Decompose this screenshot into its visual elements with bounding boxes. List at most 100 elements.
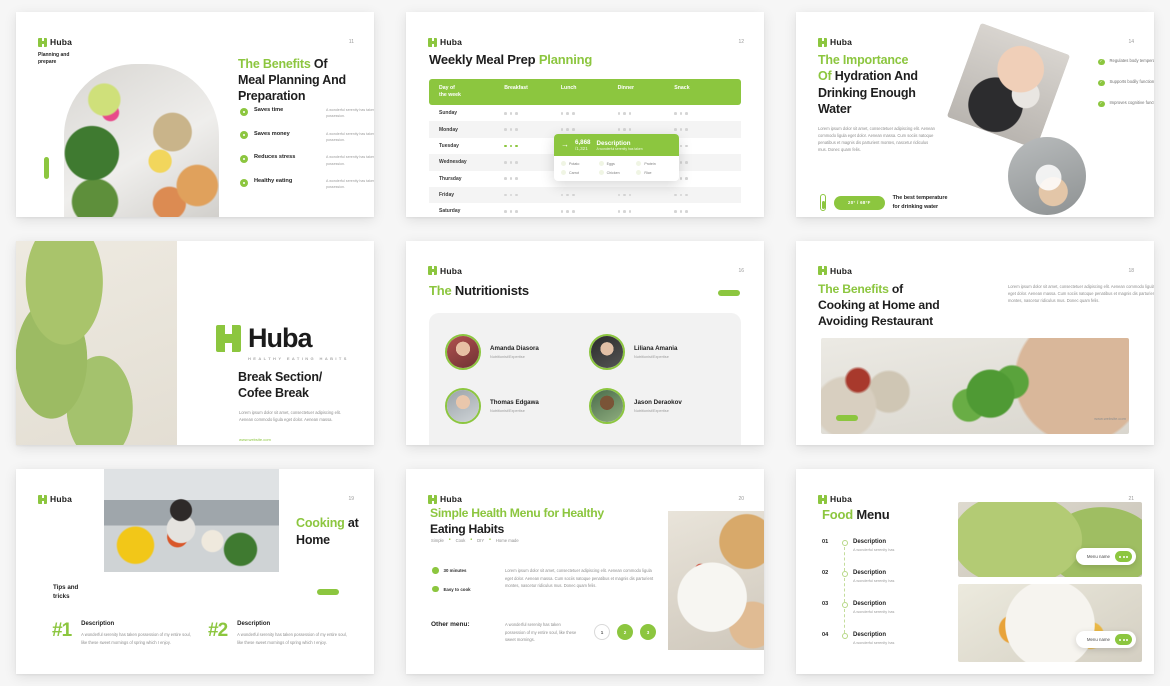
tag-simple[interactable]: Simple (431, 538, 444, 543)
list-item[interactable]: 02 Description A wonderful serenity has (822, 570, 942, 603)
more-options-icon[interactable] (1115, 634, 1132, 646)
tag-diy[interactable]: DIY (477, 538, 484, 543)
team-grid: Amanda Diasora Nutritionist/Expertise Li… (445, 327, 725, 432)
cell-dots (504, 144, 561, 148)
tag-cook[interactable]: Cook (456, 538, 466, 543)
tip-item[interactable]: #1 Description A wonderful serenity has … (52, 621, 194, 645)
slide-food-menu[interactable]: Huba 21 Food Menu 01 Description A wonde… (796, 469, 1154, 675)
brand-logo-large[interactable]: Huba (216, 324, 312, 352)
timeline-marker-icon (839, 539, 853, 572)
slide-hydration-importance[interactable]: Huba 14 The Importance Of Hydration And … (796, 12, 1154, 217)
tag-home-made[interactable]: Home made (496, 538, 519, 543)
list-item[interactable]: 01 Description A wonderful serenity has (822, 539, 942, 572)
title-dark-part: Weekly Meal Prep (429, 52, 539, 67)
list-item[interactable]: Improves cognitive function (1098, 100, 1154, 107)
tip-item[interactable]: #2 Description A wonderful serenity has … (208, 621, 350, 645)
list-item[interactable]: Regulates body temperature (1098, 58, 1154, 65)
brand-logo[interactable]: Huba (818, 494, 852, 504)
ingredient-tag[interactable]: Potato (561, 161, 597, 167)
team-member-card[interactable]: Liliana Amania Nutritionist/Expertise (589, 327, 725, 377)
list-item-label: Reduces stress (254, 154, 296, 161)
item-desc: A wonderful serenity has (853, 579, 895, 584)
item-number: 02 (822, 570, 829, 577)
huba-logo-icon (38, 37, 47, 47)
item-body: Description A wonderful serenity has (853, 570, 942, 583)
accent-pill[interactable] (718, 289, 740, 296)
bullet-dot-icon (240, 131, 248, 140)
column-header-lunch: Lunch (560, 85, 577, 91)
slide-meal-planning-benefits[interactable]: Huba 11 Planning and prepare The Benefits… (16, 12, 374, 217)
item-desc: A wonderful serenity has (853, 548, 895, 553)
ingredient-tag[interactable]: Eggs (598, 161, 635, 167)
slide-weekly-meal-prep[interactable]: Huba 12 Weekly Meal Prep Planning Day of… (406, 12, 764, 217)
other-menu-paragraph: A wonderful serenity has taken possessio… (505, 622, 577, 642)
website-link[interactable]: www.website.com (239, 437, 271, 442)
slide-number: 11 (348, 39, 354, 45)
list-item[interactable]: Saves time A wonderful serenity has take… (240, 107, 374, 119)
title-rest-part: Hydration And (831, 69, 918, 84)
pagination-item-3[interactable]: 3 (640, 624, 656, 641)
cell-dots (504, 161, 561, 164)
team-member-card[interactable]: Jason Deraokov Nutritionist/Expertise (589, 381, 725, 431)
team-member-card[interactable]: Thomas Edgawa Nutritionist/Expertise (445, 381, 581, 431)
item-body: Description A wonderful serenity has (853, 539, 942, 552)
ingredient-icon (598, 161, 604, 167)
meal-detail-popup[interactable]: → 6,868 /1,321 Description A wonderful s… (554, 134, 679, 182)
menu-name-chip[interactable]: Menu name (1075, 548, 1136, 566)
title-green-part: Cooking (296, 516, 345, 531)
tips-columns: #1 Description A wonderful serenity has … (52, 621, 350, 645)
slide-number: 12 (738, 39, 744, 45)
huba-logo-icon (428, 494, 437, 504)
item-body: Description A wonderful serenity has (853, 632, 942, 645)
pagination[interactable]: 1 2 3 (594, 624, 656, 641)
more-options-icon[interactable] (1115, 551, 1132, 563)
ingredient-tag[interactable]: Carrot (561, 170, 597, 176)
brand-logo[interactable]: Huba (818, 37, 852, 47)
list-item[interactable]: Supports bodily functions (1098, 79, 1154, 86)
column-header-dinner: Dinner (617, 85, 635, 91)
cell-dots (674, 144, 731, 148)
brand-logo[interactable]: Huba (428, 494, 462, 504)
temperature-badge[interactable]: 20° / 68°F (834, 195, 885, 210)
table-row[interactable]: Sunday (429, 105, 741, 121)
list-item-desc: A wonderful serenity has taken possessio… (326, 155, 374, 166)
temperature-callout: 20° / 68°F The best temperature for drin… (820, 194, 947, 211)
team-member-role: Nutritionist/Expertise (490, 408, 525, 413)
list-item[interactable]: 03 Description A wonderful serenity has (822, 601, 942, 634)
title-line-2: Cooking at Home and (818, 297, 940, 312)
accent-pill[interactable] (317, 589, 339, 596)
table-row[interactable]: Saturday (429, 203, 741, 216)
brand-logo[interactable]: Huba (428, 37, 462, 47)
feature-item[interactable]: 30 minutes (432, 567, 492, 574)
pagination-item-1[interactable]: 1 (594, 624, 610, 641)
slide-cooking-at-home-benefits[interactable]: Huba 18 The Benefits of Cooking at Home … (796, 240, 1154, 446)
brand-logo[interactable]: Huba (818, 266, 852, 276)
column-header-day: Day of the week (439, 85, 461, 99)
accent-pill[interactable] (836, 415, 858, 422)
website-link[interactable]: www.website.com (1094, 416, 1126, 421)
list-item[interactable]: 04 Description A wonderful serenity has (822, 632, 942, 663)
list-item[interactable]: Saves money A wonderful serenity has tak… (240, 131, 374, 143)
bullet-dot-icon (240, 107, 248, 116)
accent-bar (44, 157, 49, 179)
list-item[interactable]: Reduces stress A wonderful serenity has … (240, 154, 374, 166)
slide-nutritionists[interactable]: Huba 16 The Nutritionists Amanda Diasora… (406, 240, 764, 446)
cell-dots (674, 177, 731, 181)
ingredient-tag[interactable]: Chicken (598, 170, 635, 176)
slide-cooking-at-home[interactable]: Huba 19 Cooking at Home Tips and tricks #… (16, 469, 374, 675)
slide-break-section[interactable]: Huba HEALTHY EATING HABITS Break Section… (16, 240, 374, 446)
ingredient-tag[interactable]: Rice (636, 170, 672, 176)
row-day: Sunday (439, 110, 458, 117)
menu-name-chip[interactable]: Menu name (1075, 631, 1136, 649)
ingredient-tag[interactable]: Protein (636, 161, 672, 167)
table-row[interactable]: Friday (429, 186, 741, 204)
pagination-item-2[interactable]: 2 (617, 624, 633, 641)
brand-logo[interactable]: Huba (428, 266, 462, 276)
slide-simple-health-menu[interactable]: Huba 20 Simple Health Menu for Healthy E… (406, 469, 764, 675)
brand-logo[interactable]: Huba (38, 494, 72, 504)
brand-logo[interactable]: Huba (38, 37, 72, 47)
feature-item[interactable]: Easy to cook (432, 585, 492, 593)
list-item-label: Improves cognitive function (1109, 100, 1155, 105)
list-item[interactable]: Healthy eating A wonderful serenity has … (240, 178, 374, 190)
team-member-card[interactable]: Amanda Diasora Nutritionist/Expertise (445, 327, 581, 377)
